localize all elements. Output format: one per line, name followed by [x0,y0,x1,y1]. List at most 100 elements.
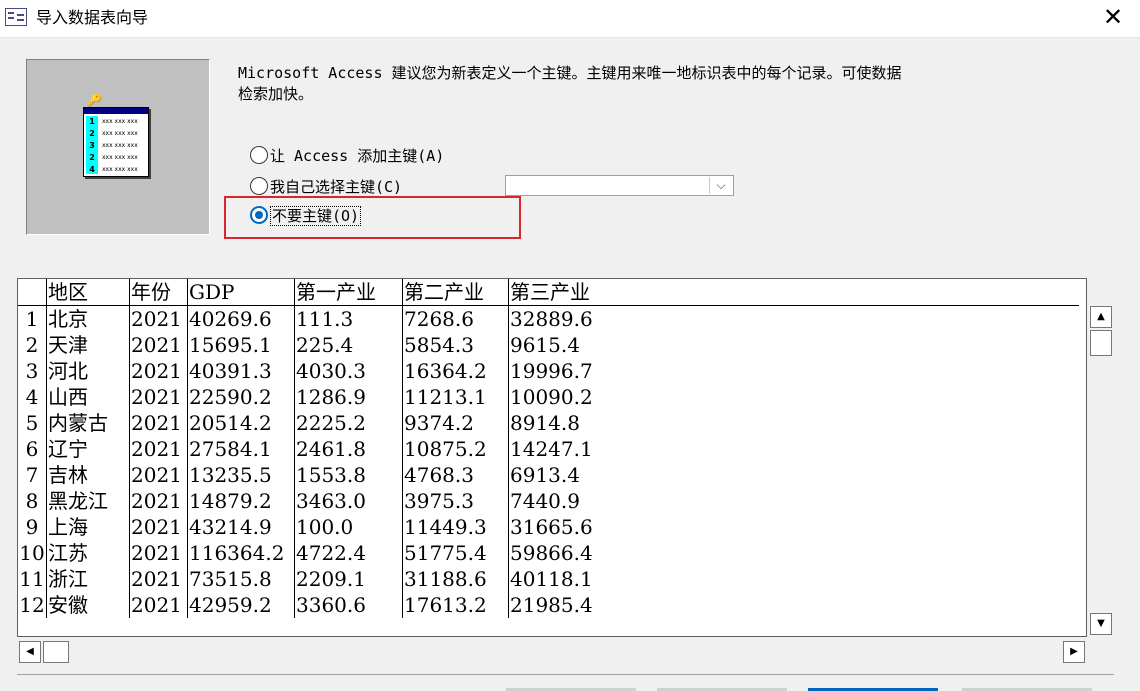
table-cell[interactable]: 北京 [46,305,130,332]
table-row[interactable]: 3 河北 2021 40391.3 4030.3 16364.2 19996.7 [18,358,1079,384]
table-row[interactable]: 9 上海 2021 43214.9 100.0 11449.3 31665.6 [18,514,1079,540]
radio-button[interactable] [250,176,268,195]
table-cell[interactable]: 11213.1 [402,384,509,410]
option-access-add-key[interactable]: 让 Access 添加主键(A) [250,145,444,167]
table-cell[interactable]: 2021 [129,514,188,540]
table-row[interactable]: 7 吉林 2021 13235.5 1553.8 4768.3 6913.4 [18,462,1079,488]
table-cell[interactable]: 2021 [129,592,188,618]
table-cell[interactable]: 江苏 [46,540,130,566]
table-cell[interactable]: 辽宁 [46,436,130,462]
table-cell[interactable]: 2461.8 [294,436,403,462]
table-cell[interactable]: 2021 [129,540,188,566]
table-cell[interactable]: 225.4 [294,332,403,358]
table-cell[interactable]: 2021 [129,436,188,462]
vertical-scroll-thumb[interactable] [1090,330,1112,356]
table-row[interactable]: 4 山西 2021 22590.2 1286.9 11213.1 10090.2 [18,384,1079,410]
table-cell[interactable]: 6913.4 [509,462,1080,488]
table-cell[interactable]: 8914.8 [509,410,1080,436]
vertical-scrollbar[interactable]: ▲ ▼ [1088,306,1114,637]
table-row[interactable]: 12 安徽 2021 42959.2 3360.6 17613.2 21985.4 [18,592,1079,618]
table-cell[interactable]: 14879.2 [187,488,295,514]
table-cell[interactable]: 59866.4 [509,540,1080,566]
table-cell[interactable]: 31665.6 [509,514,1080,540]
table-cell[interactable]: 天津 [46,332,130,358]
table-cell[interactable]: 10090.2 [509,384,1080,410]
table-cell[interactable]: 43214.9 [187,514,295,540]
column-header[interactable]: 地区 [46,279,130,306]
table-cell[interactable]: 31188.6 [402,566,509,592]
table-cell[interactable]: 27584.1 [187,436,295,462]
table-cell[interactable]: 40269.6 [187,305,295,332]
table-cell[interactable]: 7268.6 [402,305,509,332]
table-cell[interactable]: 2021 [129,488,188,514]
table-cell[interactable]: 安徽 [46,592,130,618]
column-header[interactable]: 第二产业 [402,279,509,306]
table-row[interactable]: 10 江苏 2021 116364.2 4722.4 51775.4 59866.4 [18,540,1079,566]
table-cell[interactable]: 13235.5 [187,462,295,488]
table-row[interactable]: 8 黑龙江 2021 14879.2 3463.0 3975.3 7440.9 [18,488,1079,514]
table-cell[interactable]: 73515.8 [187,566,295,592]
horizontal-scrollbar[interactable]: ◀ ▶ [17,639,1087,665]
table-cell[interactable]: 11449.3 [402,514,509,540]
table-cell[interactable]: 32889.6 [509,306,1080,333]
scroll-up-icon[interactable]: ▲ [1090,306,1112,328]
table-cell[interactable]: 4722.4 [294,540,403,566]
column-header[interactable]: 第一产业 [294,279,403,306]
table-cell[interactable]: 4030.3 [294,358,403,384]
table-cell[interactable]: 4768.3 [402,462,509,488]
table-cell[interactable]: 2021 [129,305,188,332]
table-row[interactable]: 5 内蒙古 2021 20514.2 2225.2 9374.2 8914.8 [18,410,1079,436]
table-cell[interactable]: 2021 [129,332,188,358]
table-cell[interactable]: 111.3 [294,305,403,332]
table-cell[interactable]: 17613.2 [402,592,509,618]
table-cell[interactable]: 3975.3 [402,488,509,514]
column-header[interactable]: 第三产业 [508,279,1079,306]
table-cell[interactable]: 3360.6 [294,592,403,618]
table-cell[interactable]: 2225.2 [294,410,403,436]
horizontal-scroll-thumb[interactable] [43,641,69,663]
table-cell[interactable]: 2021 [129,462,188,488]
table-cell[interactable]: 2021 [129,410,188,436]
chevron-down-icon[interactable]: ⌵ [709,177,732,194]
table-cell[interactable]: 51775.4 [402,540,509,566]
scroll-down-icon[interactable]: ▼ [1090,613,1112,635]
scroll-right-icon[interactable]: ▶ [1063,641,1085,663]
table-cell[interactable]: 14247.1 [509,436,1080,462]
table-cell[interactable]: 5854.3 [402,332,509,358]
table-cell[interactable]: 16364.2 [402,358,509,384]
table-cell[interactable]: 15695.1 [187,332,295,358]
table-cell[interactable]: 2021 [129,358,188,384]
table-cell[interactable]: 22590.2 [187,384,295,410]
column-header[interactable]: 年份 [129,279,188,306]
table-cell[interactable]: 2209.1 [294,566,403,592]
table-cell[interactable]: 40391.3 [187,358,295,384]
scroll-left-icon[interactable]: ◀ [19,641,41,663]
option-choose-own-key[interactable]: 我自己选择主键(C) [250,176,402,198]
table-row[interactable]: 11 浙江 2021 73515.8 2209.1 31188.6 40118.1 [18,566,1079,592]
table-cell[interactable]: 黑龙江 [46,488,130,514]
table-cell[interactable]: 9374.2 [402,410,509,436]
table-cell[interactable]: 10875.2 [402,436,509,462]
table-cell[interactable]: 浙江 [46,566,130,592]
table-cell[interactable]: 上海 [46,514,130,540]
table-cell[interactable]: 100.0 [294,514,403,540]
table-cell[interactable]: 2021 [129,566,188,592]
column-header[interactable]: GDP [187,279,295,306]
table-cell[interactable]: 116364.2 [187,540,295,566]
table-cell[interactable]: 2021 [129,384,188,410]
table-cell[interactable]: 7440.9 [509,488,1080,514]
table-cell[interactable]: 内蒙古 [46,410,130,436]
table-row[interactable]: 6 辽宁 2021 27584.1 2461.8 10875.2 14247.1 [18,436,1079,462]
data-preview-grid[interactable]: 地区 年份 GDP 第一产业 第二产业 第三产业 1 北京 2021 40269.6 1… [17,278,1087,637]
close-icon[interactable]: ✕ [1098,4,1128,32]
table-cell[interactable]: 40118.1 [509,566,1080,592]
table-cell[interactable]: 1286.9 [294,384,403,410]
table-cell[interactable]: 21985.4 [509,592,1080,618]
table-cell[interactable]: 9615.4 [509,332,1080,358]
table-cell[interactable]: 42959.2 [187,592,295,618]
table-cell[interactable]: 3463.0 [294,488,403,514]
table-row[interactable]: 2 天津 2021 15695.1 225.4 5854.3 9615.4 [18,332,1079,358]
table-cell[interactable]: 19996.7 [509,358,1080,384]
table-cell[interactable]: 吉林 [46,462,130,488]
table-cell[interactable]: 20514.2 [187,410,295,436]
